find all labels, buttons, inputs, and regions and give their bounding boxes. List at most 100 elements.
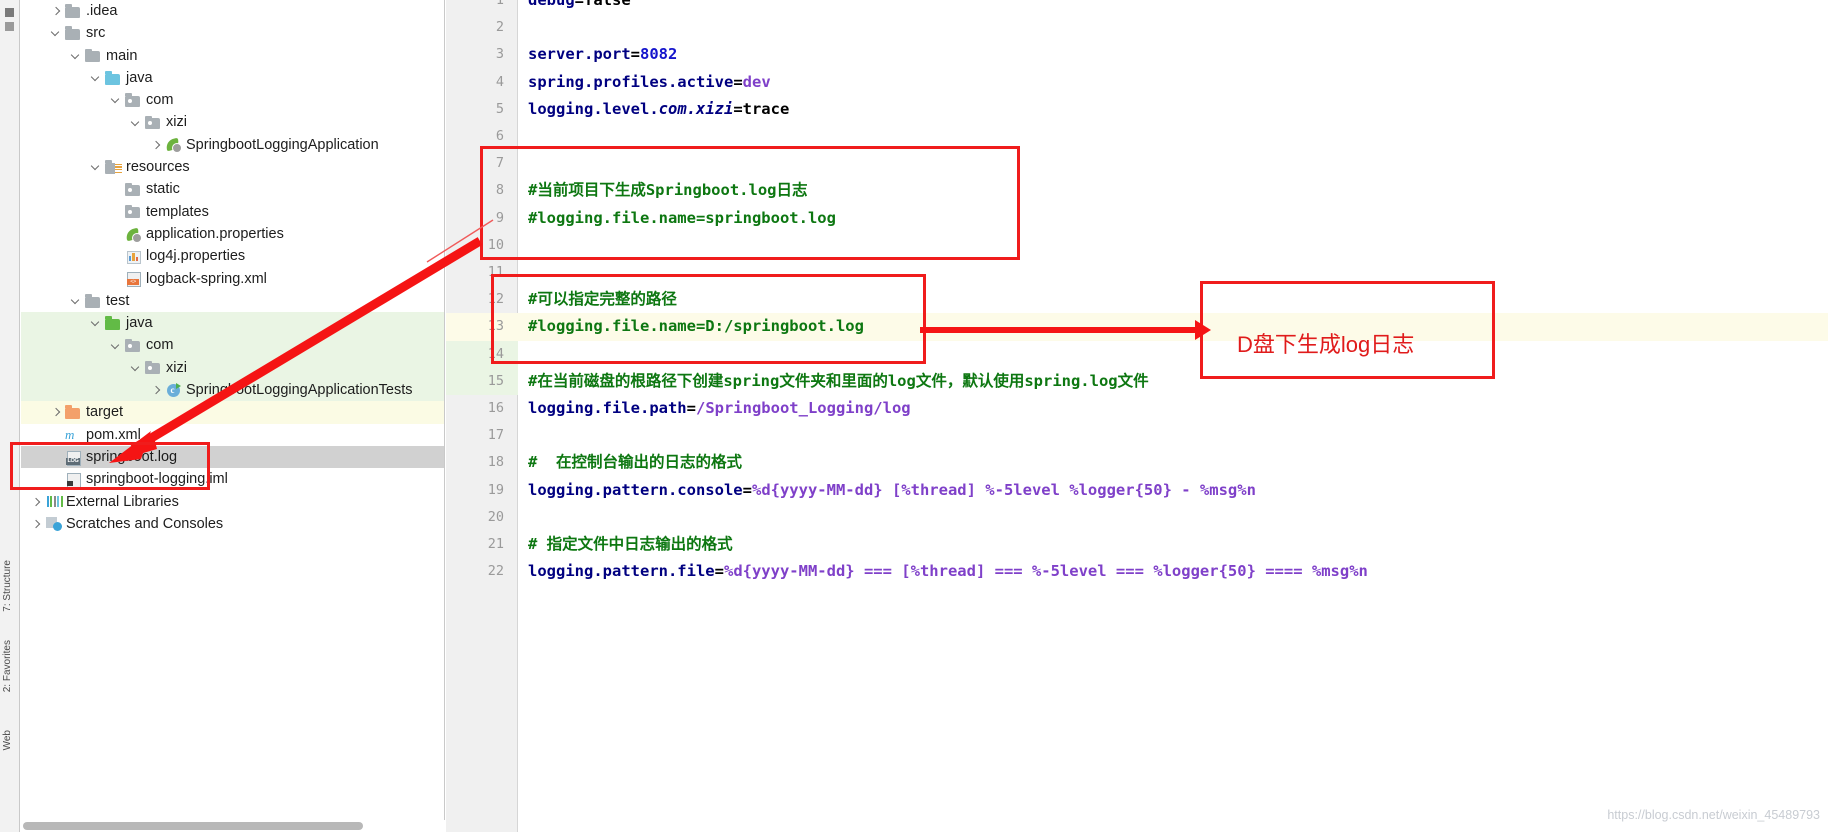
tree-row-label: static xyxy=(146,181,180,198)
maven-pom-icon: m xyxy=(65,427,75,443)
chevron-right-icon[interactable] xyxy=(49,405,63,419)
folder-test-source-icon xyxy=(105,316,122,331)
code-line[interactable]: logging.file.path=/Springboot_Logging/lo… xyxy=(519,395,911,422)
chevron-down-icon[interactable] xyxy=(89,160,103,174)
spring-leaf-icon xyxy=(125,227,142,243)
tree-row[interactable]: springboot-logging.iml xyxy=(21,468,444,490)
chevron-down-icon[interactable] xyxy=(109,339,123,353)
tree-row[interactable]: static xyxy=(21,178,444,200)
code-line[interactable]: logging.level.com.xizi=trace xyxy=(519,96,789,123)
code-line[interactable]: # 在控制台输出的日志的格式 xyxy=(519,449,742,476)
log-file-icon: LOG xyxy=(65,450,82,466)
chevron-down-icon[interactable] xyxy=(89,316,103,330)
tree-row[interactable]: c SpringbootLoggingApplicationTests xyxy=(21,379,444,402)
code-token: = xyxy=(686,399,696,417)
code-line[interactable]: logging.pattern.console=%d{yyyy-MM-dd} [… xyxy=(519,477,1256,504)
line-number: 6 xyxy=(495,128,504,144)
code-line[interactable] xyxy=(519,232,528,259)
code-token: debug xyxy=(528,0,575,9)
code-line[interactable] xyxy=(519,259,528,286)
code-line[interactable]: #logging.file.name=D:/springboot.log xyxy=(519,313,864,340)
line-number: 22 xyxy=(487,563,504,580)
code-line[interactable]: #可以指定完整的路径 xyxy=(519,286,677,313)
tree-row[interactable]: src xyxy=(21,22,444,44)
code-token: = xyxy=(630,45,640,64)
tree-row[interactable]: Scratches and Consoles xyxy=(21,513,444,535)
code-token: %d{yyyy-MM-dd} [%thread] %-5level %logge… xyxy=(751,480,1256,499)
tree-row[interactable]: .idea xyxy=(21,0,444,22)
line-number: 16 xyxy=(487,400,504,416)
tree-row[interactable]: main xyxy=(21,45,444,67)
tree-row-label: pom.xml xyxy=(86,426,141,443)
tree-row[interactable]: java xyxy=(21,67,444,89)
code-line[interactable] xyxy=(519,123,528,150)
code-token: %d{yyyy-MM-dd} === [%thread] === %-5leve… xyxy=(723,562,1368,581)
code-line[interactable]: spring.profiles.active=dev xyxy=(519,69,771,96)
tree-row-label: com xyxy=(146,337,174,354)
code-line[interactable] xyxy=(519,14,528,41)
tree-row[interactable]: m pom.xml xyxy=(21,424,444,446)
tree-row[interactable]: test xyxy=(21,290,444,312)
tree-row-label: java xyxy=(126,315,153,332)
chevron-placeholder-icon xyxy=(109,183,123,197)
code-line[interactable] xyxy=(519,422,528,449)
line-number: 19 xyxy=(487,481,504,498)
tree-row[interactable]: LOG springboot.log xyxy=(21,445,444,469)
chevron-right-icon[interactable] xyxy=(49,4,63,18)
scratches-icon xyxy=(45,516,62,532)
project-tree-panel[interactable]: .idea src main java com xizi SpringbootLogging… xyxy=(21,0,445,832)
line-number: 20 xyxy=(487,508,504,525)
chevron-down-icon[interactable] xyxy=(49,26,63,40)
line-number: 13 xyxy=(487,318,504,335)
code-line[interactable] xyxy=(519,504,528,531)
code-line[interactable]: #在当前磁盘的根路径下创建spring文件夹和里面的log文件，默认使用spri… xyxy=(519,368,1149,395)
tree-row[interactable]: com xyxy=(21,89,444,111)
code-token: #在当前磁盘的根路径下创建spring文件夹和里面的log文件，默认使用spri… xyxy=(528,371,1149,390)
code-token: #可以指定完整的路径 xyxy=(528,290,677,309)
tree-row-label: com xyxy=(146,92,174,109)
tree-row[interactable]: java xyxy=(21,312,444,335)
code-line[interactable]: # 指定文件中日志输出的格式 xyxy=(519,531,733,558)
code-line[interactable]: #logging.file.name=springboot.log xyxy=(519,205,836,232)
line-number: 4 xyxy=(495,73,504,90)
line-number: 1 xyxy=(495,0,504,8)
code-token: server.port xyxy=(528,45,631,64)
tree-row[interactable]: <> logback-spring.xml xyxy=(21,268,444,290)
tree-row-label: SpringbootLoggingApplication xyxy=(186,136,379,153)
tree-row[interactable]: application.properties xyxy=(21,223,444,245)
tree-row[interactable]: templates xyxy=(21,201,444,223)
tree-row-label: springboot.log xyxy=(86,448,178,465)
chevron-placeholder-icon xyxy=(109,227,123,241)
chevron-down-icon[interactable] xyxy=(69,294,83,308)
tree-row[interactable]: SpringbootLoggingApplication xyxy=(21,134,444,156)
code-line[interactable] xyxy=(519,341,528,368)
code-token: =trace xyxy=(733,99,790,118)
chevron-down-icon[interactable] xyxy=(69,49,83,63)
chevron-down-icon[interactable] xyxy=(109,93,123,107)
folder-icon xyxy=(65,4,82,19)
code-line[interactable]: logging.pattern.file=%d{yyyy-MM-dd} === … xyxy=(519,558,1368,585)
tree-row-label: resources xyxy=(126,159,190,176)
chevron-right-icon[interactable] xyxy=(29,495,43,509)
tree-row[interactable]: target xyxy=(21,401,444,424)
code-line[interactable]: debug=false xyxy=(519,0,631,14)
tree-row[interactable]: resources xyxy=(21,156,444,178)
tree-row[interactable]: xizi xyxy=(21,111,444,133)
code-line[interactable]: server.port=8082 xyxy=(519,41,677,68)
tree-row-label: SpringbootLoggingApplicationTests xyxy=(186,382,413,399)
code-editor[interactable]: 1 2 3 4 5 6 7 8 9 10 11 12 13 14 15 16 17 18 19 20 21 22 debu… xyxy=(446,0,1828,832)
code-line[interactable]: #当前项目下生成Springboot.log日志 xyxy=(519,177,807,204)
chevron-right-icon[interactable] xyxy=(29,517,43,531)
tree-row[interactable]: log4j.properties xyxy=(21,245,444,267)
code-token: # 在控制台输出的日志的格式 xyxy=(528,453,742,472)
chevron-down-icon[interactable] xyxy=(129,361,143,375)
chevron-right-icon[interactable] xyxy=(149,138,163,152)
chevron-right-icon[interactable] xyxy=(149,383,163,397)
tree-row[interactable]: xizi xyxy=(21,356,444,380)
tree-row[interactable]: com xyxy=(21,334,444,357)
code-line[interactable] xyxy=(519,150,528,177)
tree-row[interactable]: External Libraries xyxy=(21,491,444,513)
chevron-down-icon[interactable] xyxy=(89,71,103,85)
tree-horizontal-scrollbar[interactable] xyxy=(23,822,363,830)
chevron-down-icon[interactable] xyxy=(129,116,143,130)
